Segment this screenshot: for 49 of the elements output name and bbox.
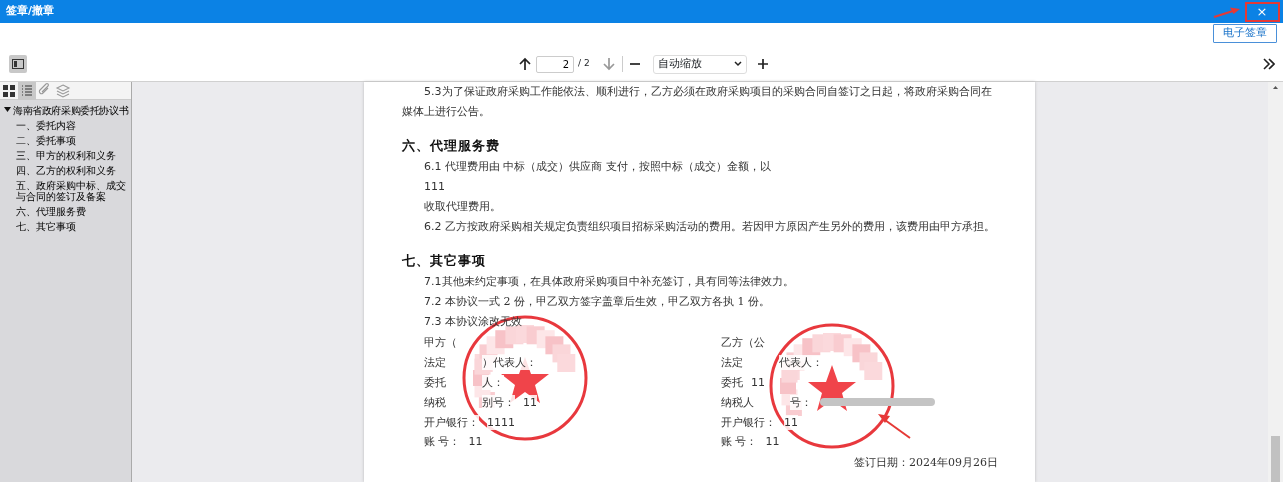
outline-item[interactable]: 一、委托内容 [0,118,78,133]
fee-value: 111 [423,179,446,195]
sign-button[interactable]: 电子签章 [1213,24,1277,43]
field-label: 乙方（公 [721,335,765,351]
close-button[interactable]: × [1245,1,1279,22]
field-label: 别号： [482,394,515,410]
page-number-field[interactable]: 2 [536,55,574,73]
zoom-select[interactable]: 自动缩放 [652,54,747,74]
field-label: 法定 [721,355,743,371]
field-label: 委托 [721,375,743,390]
field-label: 甲方（ [424,335,457,351]
sidebar-toggle-button[interactable] [9,55,27,73]
expand-toggle-icon[interactable] [4,106,11,113]
outline-item[interactable]: 五、政府采购中标、成交与合同的签订及备案 [0,178,131,204]
field-label: 开户银行： [424,414,479,430]
previous-page-icon[interactable] [518,57,532,71]
window-title: 签章/撤章 [5,3,55,20]
section-heading: 七、其它事项 [402,252,487,270]
grid-tab[interactable] [0,82,18,100]
paragraph: 5.3为了保证政府采购工作能依法、顺利进行，乙方必须在政府采购项目的采购合同自签订之日起，将政府采购合同在媒体上进行公告。 [402,84,993,120]
outline-item[interactable]: 二、委托事项 [0,133,78,148]
grid-icon [0,82,18,100]
annotation-arrow [1213,6,1241,18]
scroll-thumb[interactable] [1271,436,1280,482]
expand-icon[interactable] [1263,57,1275,70]
outline-item[interactable]: 六、代理服务费 [0,204,88,219]
paragraph: 7.1其他未约定事项，在具体政府采购项目中补充签订，具有同等法律效力。 [423,274,795,290]
page-count: / 2 [578,57,590,71]
zoom-in-icon[interactable] [756,58,769,70]
section-heading: 六、代理服务费 [402,137,501,155]
paragraph: 6.2 乙方按政府采购相关规定负责组织项目招标采购活动的费用。若因甲方原因产生另外的费用，该费用由甲方承担。 [423,219,996,235]
outline-item[interactable]: 海南省政府采购委托协议书 [12,103,129,118]
paragraph: 6.1 代理费用由 中标（成交）供应商 支付，按照中标（成交）金额，以 [423,159,772,175]
paragraph: 7.2 本协议一式 2 份，甲乙双方签字盖章后生效，甲乙双方各执 1 份。 [423,294,771,310]
annotation-arrow [877,413,911,439]
highlight-frame [1245,2,1280,22]
field-label: 纳税人 [721,394,754,410]
outline-item[interactable]: 七、其它事项 [0,219,78,234]
field-label: 人： [482,375,504,390]
field-label: 法定 [424,355,446,371]
layers-icon [54,82,72,100]
sign-date: 签订日期：2024年09月26日 [853,454,998,471]
chevron-down-icon [733,61,742,67]
outline-item[interactable]: 三、甲方的权利和义务 [0,148,118,163]
field-label: 代表人： [779,355,823,371]
field-label: 纳税 [424,394,446,410]
paragraph: 收取代理费用。 [423,199,502,215]
field-label: 委托 [424,375,446,390]
outline-item[interactable]: 四、乙方的权利和义务 [0,163,118,178]
